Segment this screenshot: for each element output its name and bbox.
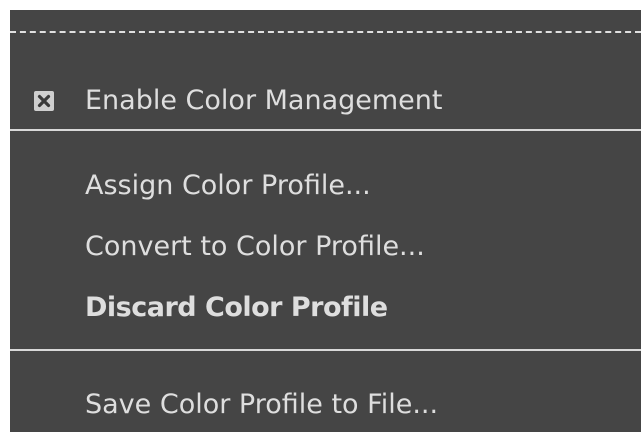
menu-item-label: Discard Color Profile: [85, 292, 388, 323]
checkbox-checked-icon: [34, 91, 54, 111]
menu-item-label: Assign Color Profile...: [85, 170, 371, 201]
menu-item-convert-to-color-profile[interactable]: Convert to Color Profile...: [10, 222, 641, 272]
tearoff-line[interactable]: [10, 31, 641, 33]
menu-separator: [10, 349, 641, 351]
menu-item-label: Convert to Color Profile...: [85, 231, 425, 262]
menu-item-enable-color-management[interactable]: Enable Color Management: [10, 76, 641, 126]
menu-item-label: Save Color Profile to File...: [85, 389, 439, 420]
menu-item-label: Enable Color Management: [85, 85, 443, 116]
menu-item-save-color-profile-to-file[interactable]: Save Color Profile to File...: [10, 380, 641, 430]
menu-separator: [10, 129, 641, 131]
menu-item-discard-color-profile[interactable]: Discard Color Profile: [10, 283, 641, 333]
menu-item-assign-color-profile[interactable]: Assign Color Profile...: [10, 161, 641, 211]
color-management-menu: Enable Color Management Assign Color Pro…: [10, 10, 641, 432]
